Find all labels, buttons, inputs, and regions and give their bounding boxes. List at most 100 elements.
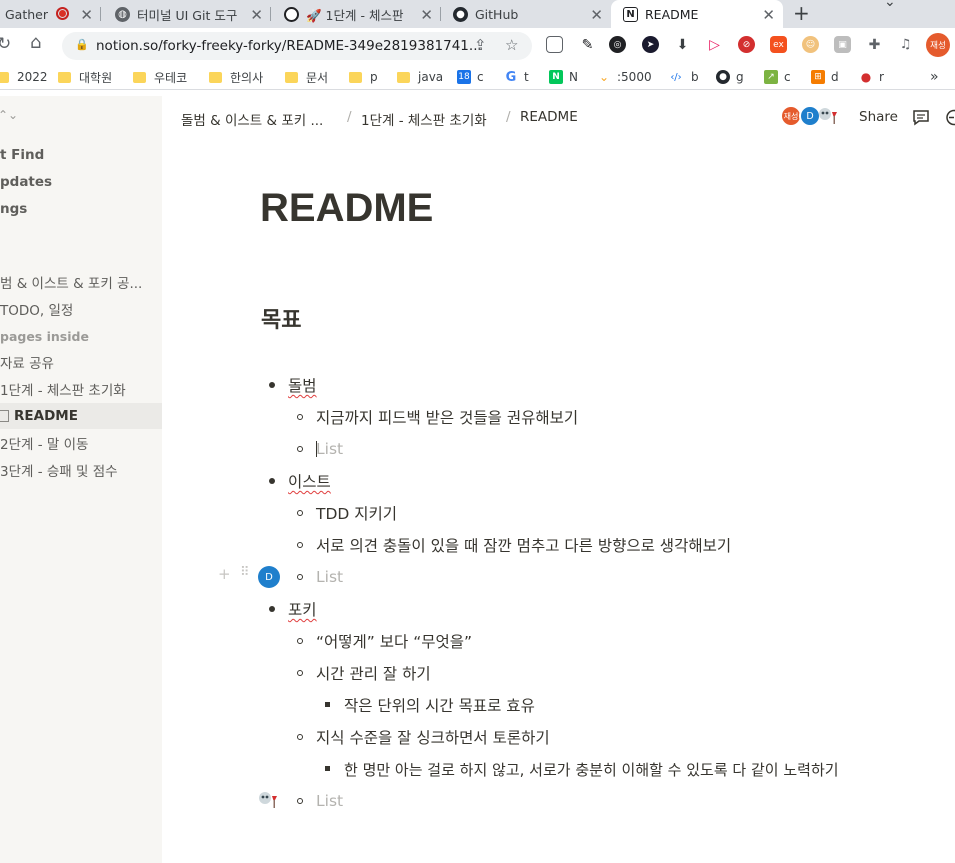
close-icon[interactable]: ✕ <box>420 6 433 24</box>
list-item-placeholder[interactable]: List <box>316 437 343 461</box>
tab-search-icon[interactable]: ⌄ <box>884 0 896 10</box>
bullet-square <box>325 702 330 707</box>
close-icon[interactable]: ✕ <box>80 6 93 24</box>
extension-circle-icon[interactable]: ◎ <box>609 36 626 53</box>
folder-icon <box>285 71 298 83</box>
sidebar-item-step1[interactable]: 1단계 - 체스판 초기화 <box>0 376 162 402</box>
ex-extension-icon[interactable]: ex <box>770 36 787 53</box>
list-item[interactable]: 지금까지 피드백 받은 것들을 권유해보기 <box>316 405 578 429</box>
sidebar-item-resources[interactable]: 자료 공유 <box>0 349 162 375</box>
share-button[interactable]: Share <box>859 109 898 125</box>
bookmark-link[interactable]: 18 c <box>457 68 484 86</box>
bookmark-link[interactable]: ‹/› b <box>667 68 698 86</box>
cursor-avatar: D <box>258 566 280 588</box>
list-item[interactable]: TDD 지키기 <box>316 501 397 525</box>
eyedropper-icon[interactable]: ✎ <box>579 36 596 53</box>
new-tab-button[interactable]: + <box>793 0 810 26</box>
list-item[interactable]: 지식 수준을 잘 싱크하면서 토론하기 <box>316 725 550 749</box>
bullet-circle <box>297 446 303 452</box>
block-extension-icon[interactable]: ⊘ <box>738 36 755 53</box>
bookmark-folder[interactable]: p <box>349 68 378 86</box>
comment-icon[interactable] <box>912 109 930 126</box>
browser-toolbar: ↻ ⌂ 🔒 notion.so/forky-freeky-forky/READM… <box>0 28 955 64</box>
apple-icon: ● <box>860 70 872 84</box>
list-item-placeholder[interactable]: List <box>316 565 343 589</box>
sidebar-item-readme[interactable]: README <box>0 403 162 429</box>
workspace-switcher-icon[interactable]: ⌃⌄ <box>0 108 18 122</box>
tab-readme[interactable]: N README ✕ <box>611 0 783 28</box>
close-icon[interactable]: ✕ <box>590 6 603 24</box>
bookmark-link[interactable]: ↗ c <box>764 68 791 86</box>
list-item[interactable]: “어떻게” 보다 “무엇을” <box>316 629 472 653</box>
list-item-placeholder[interactable]: List <box>316 789 343 813</box>
bullet-dot <box>269 478 275 484</box>
close-icon[interactable]: ✕ <box>762 6 775 24</box>
reload-icon[interactable]: ↻ <box>0 34 11 54</box>
globe-icon: ◍ <box>115 6 130 22</box>
section-heading[interactable]: 목표 <box>261 302 301 334</box>
folder-icon <box>133 71 146 83</box>
notion-icon: N <box>623 6 638 22</box>
bookmark-link[interactable]: NN <box>549 68 578 86</box>
home-icon[interactable]: ⌂ <box>30 32 41 53</box>
tab-gather[interactable]: Gather ✕ <box>0 0 101 28</box>
sidebar-item-quick-find[interactable]: t Find <box>0 142 162 168</box>
sidebar-item-settings[interactable]: ngs <box>0 196 162 222</box>
bookmark-folder[interactable]: java <box>397 68 443 86</box>
bookmark-link[interactable]: ● g <box>716 68 744 86</box>
notion-topbar: 돌범 & 이스트 & 포키 ... / 1단계 - 체스판 초기화 / READ… <box>162 96 955 141</box>
history-clock-icon[interactable] <box>945 109 955 126</box>
collaborator-cursor-avatar-icon <box>259 792 277 808</box>
list-item[interactable]: 한 명만 아는 걸로 하지 않고, 서로가 충분히 이해할 수 있도록 다 같이… <box>344 757 839 781</box>
cursor-extension-icon[interactable]: ➤ <box>642 36 659 53</box>
bookmark-folder[interactable]: 한의사 <box>209 68 263 86</box>
list-item[interactable]: 포키 <box>288 597 317 621</box>
list-item[interactable]: 돌범 <box>288 373 317 397</box>
page-icon <box>0 410 9 422</box>
address-bar[interactable]: 🔒 notion.so/forky-freeky-forky/README-34… <box>62 32 532 60</box>
bookmarks-overflow-button[interactable]: » <box>930 68 939 86</box>
profile-avatar[interactable]: 재성 <box>926 33 950 57</box>
sidebar-item-step3[interactable]: 3단계 - 승패 및 점수 <box>0 457 162 483</box>
bookmark-link[interactable]: Gt <box>504 68 529 86</box>
bookmark-star-icon[interactable]: ☆ <box>505 36 518 54</box>
sidebar-item-todo[interactable]: TODO, 일정 <box>0 296 162 322</box>
sidebar-item-pages-inside: pages inside <box>0 328 89 344</box>
drag-handle-icon[interactable]: ⠿ <box>240 565 249 580</box>
list-item[interactable]: 서로 의견 충돌이 있을 때 잠깐 멈추고 다른 방향으로 생각해보기 <box>316 533 731 557</box>
puzzle-icon[interactable]: ✚ <box>866 36 883 53</box>
download-icon[interactable]: ⬇ <box>674 36 691 53</box>
close-icon[interactable]: ✕ <box>250 6 263 24</box>
play-extension-icon[interactable]: ▷ <box>706 36 723 53</box>
list-item[interactable]: 작은 단위의 시간 목표로 효유 <box>344 693 535 717</box>
media-control-icon[interactable]: ♫ <box>897 36 914 53</box>
bookmark-link[interactable]: ⌄:5000 <box>597 68 652 86</box>
notion-sidebar: ⌃⌄ t Find pdates ngs 범 & 이스트 & 포키 공... T… <box>0 96 162 863</box>
tab-terminal-ui-git[interactable]: ◍ 터미널 UI Git 도구 ✕ <box>101 0 271 28</box>
bookmark-link[interactable]: ● r <box>859 68 884 86</box>
code-icon: ‹/› <box>670 71 682 83</box>
bookmark-folder[interactable]: 문서 <box>285 68 328 86</box>
face-extension-icon[interactable]: ☺ <box>802 36 819 53</box>
user-extension-icon[interactable]: ▣ <box>834 36 851 53</box>
sidebar-item-workspace-page[interactable]: 범 & 이스트 & 포키 공... <box>0 269 162 295</box>
emoji-avatar-icon[interactable] <box>817 106 839 128</box>
cast-icon[interactable] <box>546 36 563 53</box>
bookmark-folder[interactable]: 우테코 <box>133 68 187 86</box>
list-item[interactable]: 시간 관리 잘 하기 <box>316 661 431 685</box>
tab-chess-step1[interactable]: 🚀 1단계 - 체스판 ✕ <box>271 0 441 28</box>
sidebar-item-step2[interactable]: 2단계 - 말 이동 <box>0 430 162 456</box>
sidebar-item-updates[interactable]: pdates <box>0 169 162 195</box>
tab-github[interactable]: ● GitHub ✕ <box>441 0 611 28</box>
bookmark-folder[interactable]: 대학원 <box>58 68 112 86</box>
breadcrumb-readme[interactable]: README <box>520 109 578 125</box>
list-item[interactable]: 이스트 <box>288 469 331 493</box>
breadcrumb-workspace[interactable]: 돌범 & 이스트 & 포키 ... <box>181 109 323 129</box>
breadcrumb-step1[interactable]: 1단계 - 체스판 초기화 <box>361 109 487 129</box>
add-block-icon[interactable]: + <box>218 565 231 583</box>
share-page-icon[interactable]: ⇪ <box>474 36 487 54</box>
page-title[interactable]: README <box>260 186 433 231</box>
bookmark-folder[interactable]: 2022 <box>0 68 48 86</box>
bookmark-link[interactable]: ⊞ d <box>811 68 839 86</box>
green-app-icon: ↗ <box>764 70 778 84</box>
